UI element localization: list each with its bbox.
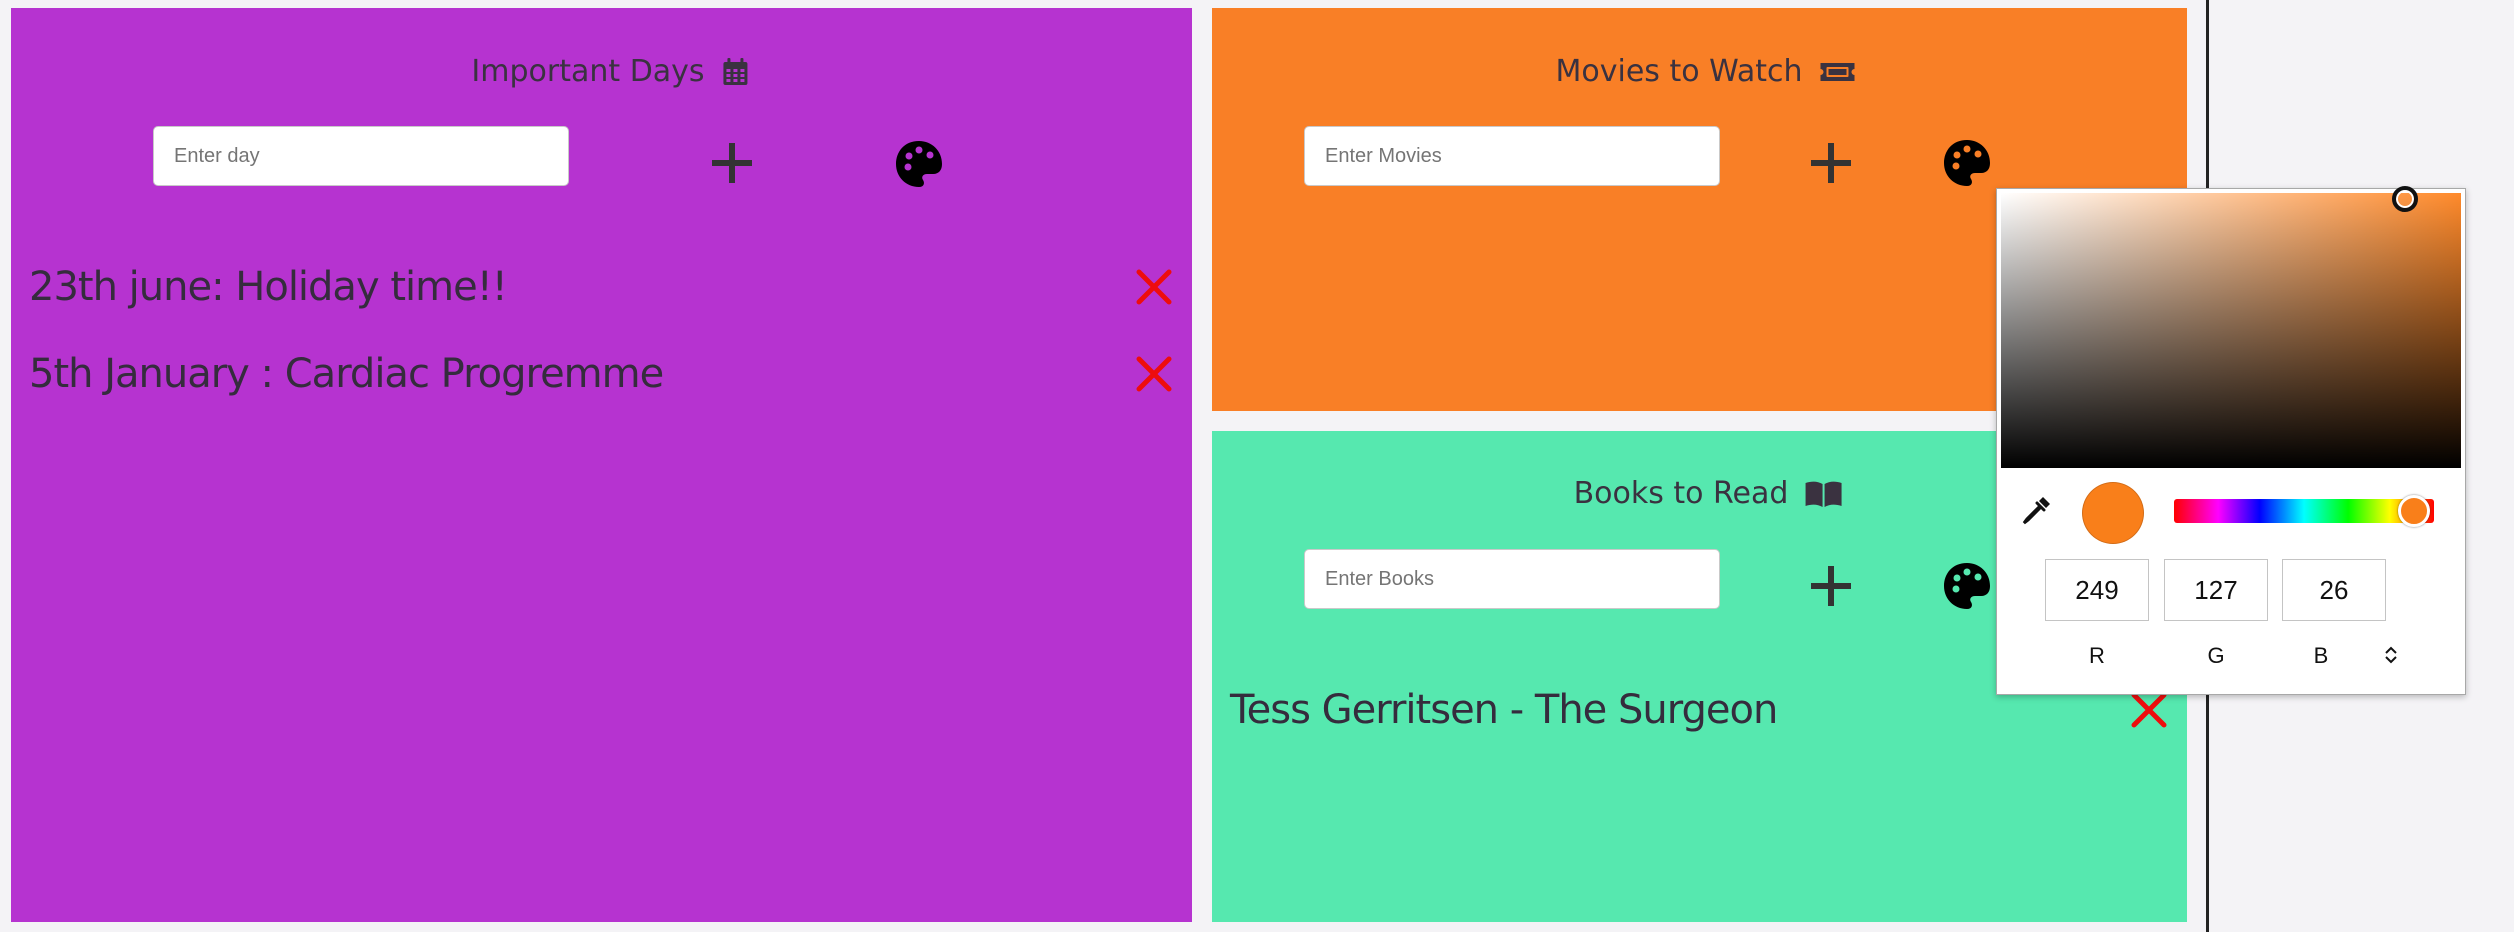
delete-item-button[interactable] — [2129, 690, 2169, 730]
delete-item-button[interactable] — [1134, 267, 1174, 307]
important-days-title: Important Days — [471, 54, 750, 89]
important-days-title-text: Important Days — [471, 54, 705, 89]
books-to-read-title-text: Books to Read — [1573, 476, 1789, 511]
calendar-icon — [723, 57, 748, 85]
list-item-text: Tess Gerritsen - The Surgeon — [1230, 687, 1778, 733]
ticket-icon — [1820, 62, 1855, 81]
color-picker-popup: R G B — [1996, 186, 2466, 695]
eyedropper-icon — [2022, 497, 2050, 525]
movies-color-palette-button[interactable] — [1942, 138, 1992, 191]
up-down-chevron-icon — [2385, 646, 2397, 664]
list-item: 5th January : Cardiac Progremme — [29, 339, 1174, 409]
plus-icon — [1811, 143, 1851, 183]
movies-to-watch-title: Movies to Watch — [1555, 54, 1856, 89]
books-to-read-title: Books to Read — [1574, 476, 1843, 511]
book-icon — [1805, 481, 1842, 507]
green-label: G — [2207, 643, 2225, 668]
enter-day-input[interactable] — [153, 126, 569, 186]
books-color-palette-button[interactable] — [1942, 561, 1992, 614]
palette-icon — [896, 141, 942, 187]
hue-handle[interactable] — [2398, 495, 2430, 527]
saturation-value-area[interactable] — [2001, 186, 2461, 468]
palette-icon — [1944, 140, 1990, 186]
saturation-handle[interactable] — [2392, 186, 2418, 212]
add-day-button[interactable] — [710, 141, 754, 188]
red-value-input[interactable] — [2045, 559, 2149, 621]
close-icon — [2131, 692, 2167, 728]
close-icon — [1136, 356, 1172, 392]
red-label: R — [2089, 643, 2105, 668]
close-icon — [1136, 269, 1172, 305]
important-days-panel: Important Days 23th june: Holiday time!! — [11, 8, 1192, 922]
delete-item-button[interactable] — [1134, 354, 1174, 394]
blue-value-input[interactable] — [2282, 559, 2386, 621]
add-movie-button[interactable] — [1809, 141, 1853, 188]
enter-movies-input[interactable] — [1304, 126, 1720, 186]
palette-icon — [1944, 563, 1990, 609]
list-item: 23th june: Holiday time!! — [29, 252, 1174, 322]
green-value-input[interactable] — [2164, 559, 2268, 621]
days-color-palette-button[interactable] — [894, 139, 944, 192]
plus-icon — [1811, 566, 1851, 606]
list-item-text: 5th January : Cardiac Progremme — [29, 351, 664, 397]
add-book-button[interactable] — [1809, 564, 1853, 611]
list-item-text: 23th june: Holiday time!! — [29, 264, 508, 310]
plus-icon — [712, 143, 752, 183]
color-mode-toggle[interactable] — [2379, 644, 2403, 666]
movies-to-watch-title-text: Movies to Watch — [1555, 54, 1803, 89]
current-color-swatch — [2082, 482, 2144, 544]
enter-books-input[interactable] — [1304, 549, 1720, 609]
eyedropper-button[interactable] — [2019, 494, 2053, 528]
hue-slider[interactable] — [2174, 495, 2434, 527]
blue-label: B — [2313, 643, 2329, 668]
